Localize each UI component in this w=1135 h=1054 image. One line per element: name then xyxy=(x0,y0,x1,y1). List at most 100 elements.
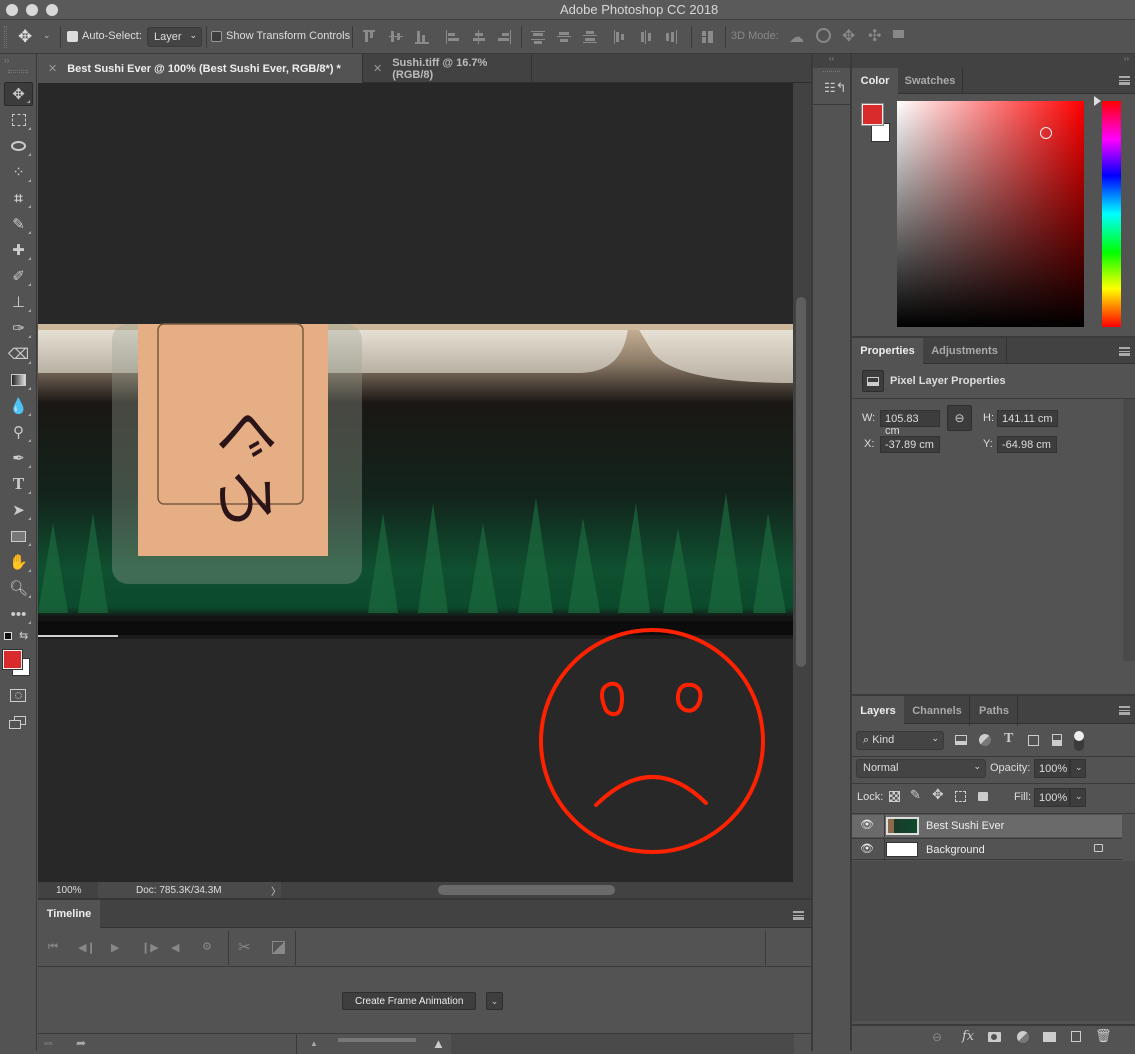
type-tool[interactable]: T xyxy=(4,472,33,496)
layer-filter-dropdown[interactable]: ⌕ Kind ⌄ xyxy=(856,731,944,750)
opacity-slider-toggle[interactable]: ⌄ xyxy=(1070,759,1086,778)
healing-brush-tool[interactable]: ✚ xyxy=(4,238,33,262)
properties-scrollbar[interactable] xyxy=(1123,399,1135,661)
history-panel-icon[interactable]: ☷↰ xyxy=(824,80,847,96)
3d-roll-icon[interactable] xyxy=(816,28,831,43)
lock-image-pixels-icon[interactable]: ✎ xyxy=(910,787,921,803)
auto-align-layers-icon[interactable] xyxy=(701,30,715,44)
layer-row-background[interactable]: 👁︎ Background xyxy=(852,838,1122,861)
layer-name[interactable]: Background xyxy=(926,844,985,856)
hue-slider[interactable] xyxy=(1102,101,1121,327)
link-dimensions-button[interactable]: ⊖ xyxy=(947,405,972,431)
vertical-scrollbar-thumb[interactable] xyxy=(796,297,806,667)
tool-preset-chevron-icon[interactable]: ⌄ xyxy=(43,30,51,41)
audio-icon[interactable]: ◀ xyxy=(171,941,179,954)
screen-mode-button[interactable] xyxy=(9,716,27,729)
zoom-tool[interactable]: 🔍︎ xyxy=(4,576,33,600)
next-frame-icon[interactable]: ❙▶ xyxy=(141,941,159,954)
scissors-icon[interactable]: ✂ xyxy=(238,938,251,956)
more-tools[interactable]: ••• xyxy=(4,602,33,626)
layer-lock-icon[interactable] xyxy=(1094,844,1103,852)
link-layers-icon[interactable]: ⊖ xyxy=(932,1030,942,1044)
animation-type-dropdown[interactable]: ⌄ xyxy=(486,992,503,1010)
dodge-tool[interactable]: ⚲ xyxy=(4,420,33,444)
foreground-color-swatch[interactable] xyxy=(2,649,23,670)
trash-icon[interactable]: 🗑︎ xyxy=(1095,1028,1112,1044)
show-transform-checkbox[interactable] xyxy=(211,31,222,42)
move-tool[interactable]: ✥ xyxy=(4,82,33,106)
distribute-horizontal-center-icon[interactable] xyxy=(639,30,653,44)
blur-tool[interactable]: 💧 xyxy=(4,394,33,418)
gradient-tool[interactable] xyxy=(4,368,33,392)
quick-mask-button[interactable] xyxy=(10,689,26,702)
saturation-brightness-field[interactable] xyxy=(897,101,1084,327)
filter-toggle[interactable] xyxy=(1074,731,1084,751)
tab-properties[interactable]: Properties xyxy=(852,338,923,364)
swap-colors-icon[interactable]: ⇆ xyxy=(19,629,28,642)
hue-slider-handle[interactable] xyxy=(1094,96,1101,106)
collapse-tools-icon[interactable]: ›› xyxy=(4,56,9,65)
zoom-level[interactable]: 100% xyxy=(38,882,98,898)
distribute-left-icon[interactable] xyxy=(613,30,627,44)
fill-slider-toggle[interactable]: ⌄ xyxy=(1070,788,1086,807)
eyedropper-tool[interactable]: ✎ xyxy=(4,212,33,236)
hand-tool[interactable]: ✋ xyxy=(4,550,33,574)
move-tool-preset-icon[interactable]: ✥ xyxy=(18,27,32,47)
close-tab-icon[interactable]: ✕ xyxy=(373,62,382,75)
layer-name[interactable]: Best Sushi Ever xyxy=(926,820,1004,832)
tab-layers[interactable]: Layers xyxy=(852,696,904,726)
distribute-bottom-icon[interactable] xyxy=(583,30,597,44)
path-selection-tool[interactable]: ➤ xyxy=(4,498,33,522)
3d-orbit-icon[interactable]: ☁ xyxy=(789,28,804,46)
panel-menu-icon[interactable] xyxy=(1119,347,1130,356)
settings-gear-icon[interactable]: ⚙ xyxy=(202,940,212,953)
width-field[interactable]: 105.83 cm xyxy=(880,410,940,437)
tools-grip[interactable] xyxy=(8,70,28,73)
timeline-zoom-slider[interactable] xyxy=(338,1038,416,1042)
align-top-icon[interactable] xyxy=(363,30,377,44)
filter-type-icon[interactable]: T xyxy=(1004,731,1013,747)
lock-all-icon[interactable] xyxy=(978,792,988,801)
align-left-icon[interactable] xyxy=(446,30,460,44)
clone-stamp-tool[interactable]: ⊥ xyxy=(4,290,33,314)
zoom-out-mountain-icon[interactable]: ▲ xyxy=(310,1039,318,1048)
lasso-tool[interactable] xyxy=(4,134,33,158)
lock-position-icon[interactable]: ✥ xyxy=(932,786,944,803)
3d-scale-camera-icon[interactable] xyxy=(893,30,904,38)
foreground-color-chip[interactable] xyxy=(861,103,884,126)
eraser-tool[interactable]: ⌫ xyxy=(4,342,33,366)
status-menu-chevron-icon[interactable]: 〉 xyxy=(271,883,281,898)
tab-color[interactable]: Color xyxy=(852,68,898,94)
history-brush-tool[interactable]: ✑ xyxy=(4,316,33,340)
new-layer-icon[interactable] xyxy=(1071,1031,1081,1042)
fx-icon[interactable]: fx xyxy=(962,1029,974,1044)
background-color-chip[interactable] xyxy=(871,123,890,142)
doc-size-info[interactable]: Doc: 785.3K/34.3M xyxy=(98,882,281,898)
rectangle-tool[interactable] xyxy=(4,524,33,548)
filter-shape-icon[interactable] xyxy=(1028,735,1039,746)
3d-pan-icon[interactable]: ✥ xyxy=(842,26,855,46)
expand-dock-icon[interactable]: ‹‹ xyxy=(813,54,850,68)
panel-menu-icon[interactable] xyxy=(1119,706,1130,715)
tab-timeline[interactable]: Timeline xyxy=(38,900,100,928)
tab-sushi-tiff[interactable]: ✕ Sushi.tiff @ 16.7% (RGB/8) xyxy=(362,54,532,83)
quick-selection-tool[interactable]: ⁘ xyxy=(4,160,33,184)
adjustment-layer-icon[interactable] xyxy=(1017,1031,1029,1043)
pen-tool[interactable]: ✒ xyxy=(4,446,33,470)
filter-adjustment-icon[interactable] xyxy=(979,734,991,746)
collapse-panels-icon[interactable]: ›› xyxy=(852,54,1135,68)
first-frame-icon[interactable]: ⏮ xyxy=(48,941,58,954)
tab-channels[interactable]: Channels xyxy=(905,696,970,726)
x-position-field[interactable]: -37.89 cm xyxy=(880,436,940,453)
visibility-eye-icon[interactable]: 👁︎ xyxy=(860,842,874,855)
visibility-eye-icon[interactable]: 👁︎ xyxy=(860,818,874,831)
height-field[interactable]: 141.11 cm xyxy=(997,410,1058,427)
create-frame-animation-button[interactable]: Create Frame Animation xyxy=(342,992,477,1010)
tab-best-sushi-ever[interactable]: ✕ Best Sushi Ever @ 100% (Best Sushi Eve… xyxy=(38,54,362,83)
tab-swatches[interactable]: Swatches xyxy=(898,68,963,94)
add-mask-icon[interactable] xyxy=(988,1032,1001,1042)
panel-menu-icon[interactable] xyxy=(793,911,804,920)
convert-frames-icon[interactable]: ▫▫▫ xyxy=(44,1039,53,1048)
opacity-field[interactable]: 100% xyxy=(1034,759,1070,778)
align-horizontal-center-icon[interactable] xyxy=(472,30,486,44)
